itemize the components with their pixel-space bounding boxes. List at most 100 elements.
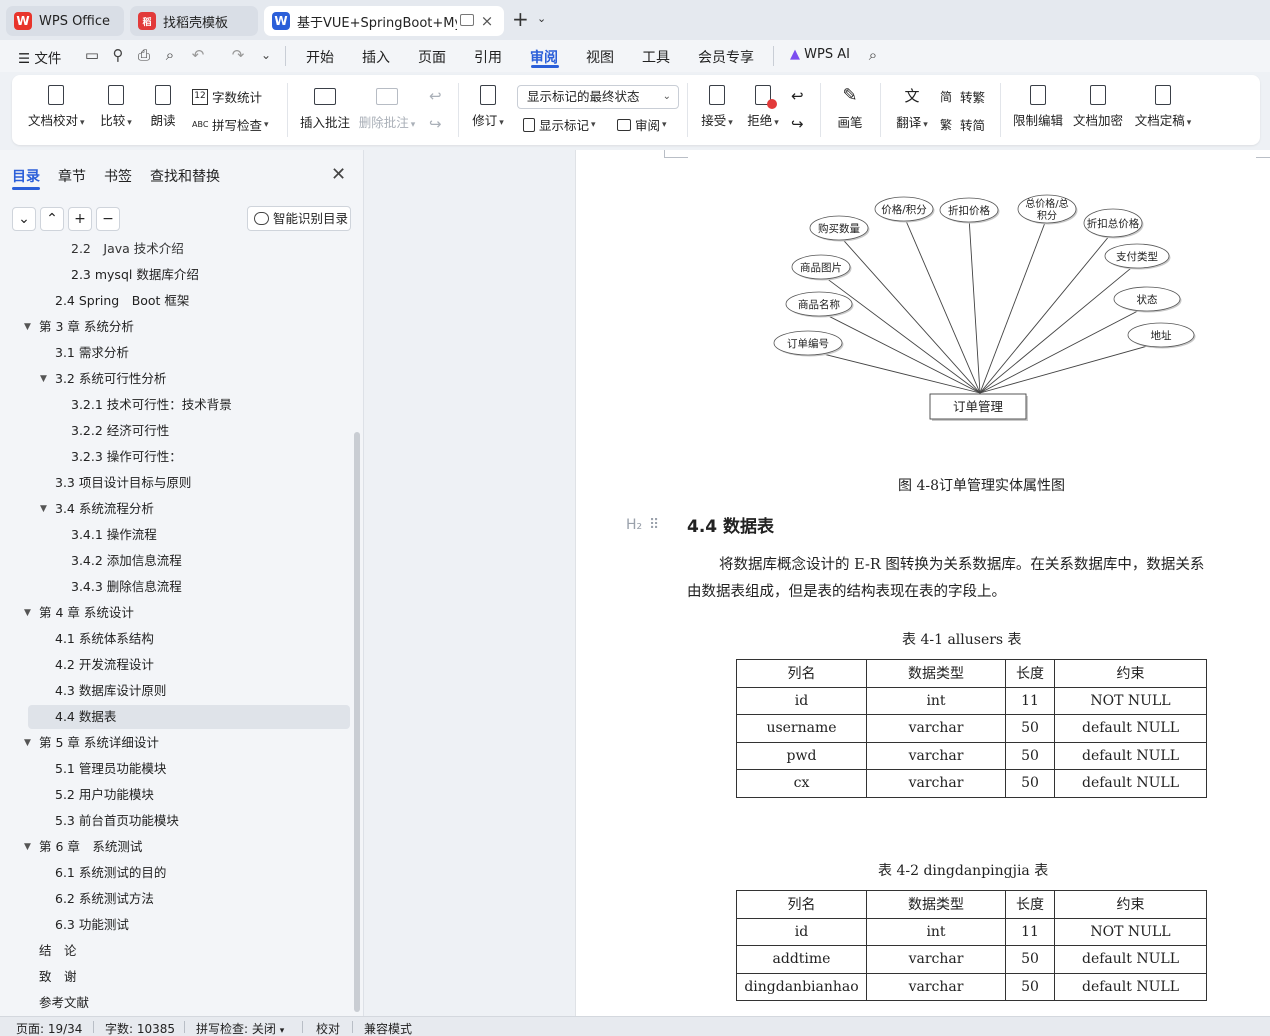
toc-item[interactable]: 6.2 系统测试方法 [55, 887, 154, 911]
to-traditional-button[interactable]: 简 转繁 [940, 87, 985, 106]
redo-icon[interactable]: ↷ [230, 47, 246, 64]
expand-arrow-icon[interactable]: ▼ [40, 367, 47, 391]
toc-item[interactable]: ▼ 第 6 章 系统测试 [24, 835, 142, 859]
menu-tools[interactable]: 工具 [642, 47, 670, 67]
spell-check-button[interactable]: ABC 拼写检查 ▾ [192, 115, 269, 134]
toc-item[interactable]: 4.3 数据库设计原则 [55, 679, 166, 703]
table-cell[interactable]: NOT NULL [1054, 917, 1207, 946]
collapse-up-button[interactable]: ⌃ [40, 207, 64, 231]
tab-sections[interactable]: 章节 [58, 166, 86, 186]
toc-item[interactable]: 5.1 管理员功能模块 [55, 757, 166, 781]
table-cell[interactable]: varchar [866, 945, 1006, 974]
spell-check-status[interactable]: 拼写检查: 关闭 ▾ [196, 1020, 284, 1036]
table-cell[interactable]: default NULL [1054, 741, 1207, 770]
table-cell[interactable]: 列名 [736, 659, 867, 688]
toc-item[interactable]: 3.2.2 经济可行性 [71, 419, 169, 443]
menu-review[interactable]: 审阅 [530, 47, 558, 67]
tab-bookmarks[interactable]: 书签 [104, 166, 132, 186]
reviewing-pane-button[interactable]: 审阅 ▾ [617, 115, 667, 134]
toc-item[interactable]: ▼ 第 4 章 系统设计 [24, 601, 134, 625]
pen-button[interactable]: ✎ 画笔 [834, 85, 866, 131]
table-cell[interactable]: pwd [736, 741, 867, 770]
table-cell[interactable]: varchar [866, 714, 1006, 743]
table-cell[interactable]: id [736, 917, 867, 946]
table-cell[interactable]: default NULL [1054, 945, 1207, 974]
toc-item[interactable]: ▼ 3.4 系统流程分析 [40, 497, 154, 521]
word-count-button[interactable]: 12 字数统计 [192, 87, 262, 106]
toc-item[interactable]: 3.2.1 技术可行性：技术背景 [71, 393, 232, 417]
toc-item[interactable]: 结 论 [39, 939, 77, 963]
toc-item[interactable]: 4.1 系统体系结构 [55, 627, 154, 651]
table-cell[interactable]: 50 [1005, 769, 1055, 798]
tab-toc[interactable]: 目录 [12, 166, 40, 186]
table-cell[interactable]: 50 [1005, 741, 1055, 770]
add-heading-button[interactable]: + [68, 207, 92, 231]
customize-quick-access-icon[interactable]: ⌄ [258, 47, 274, 64]
print-icon[interactable]: ⎙ [136, 47, 152, 64]
compare-button[interactable]: 比较 ▾ [96, 85, 136, 129]
toc-item[interactable]: 5.2 用户功能模块 [55, 783, 154, 807]
table-cell[interactable]: 50 [1005, 714, 1055, 743]
toc-item[interactable]: 6.3 功能测试 [55, 913, 129, 937]
doc-check-button[interactable]: 文档校对 ▾ [28, 85, 85, 129]
menu-view[interactable]: 视图 [586, 47, 614, 67]
toc-item[interactable]: 2.2 Java 技术介绍 [71, 242, 184, 261]
table-cell[interactable]: 约束 [1054, 890, 1207, 919]
menu-references[interactable]: 引用 [474, 47, 502, 67]
show-markup-button[interactable]: 显示标记 ▾ [523, 115, 596, 134]
track-changes-button[interactable]: 修订 ▾ [470, 85, 506, 129]
table-cell[interactable]: int [866, 917, 1006, 946]
menu-member[interactable]: 会员专享 [698, 47, 754, 67]
accept-button[interactable]: 接受 ▾ [698, 85, 736, 129]
table-cell[interactable]: username [736, 714, 867, 743]
tab-docer-templates[interactable]: 稻 找稻壳模板 [130, 6, 258, 36]
toc-item[interactable]: 3.1 需求分析 [55, 341, 129, 365]
table-cell[interactable]: id [736, 686, 867, 715]
translate-button[interactable]: 文 翻译 ▾ [892, 85, 932, 131]
finalize-button[interactable]: 文档定稿 ▾ [1132, 85, 1194, 129]
toc-item[interactable]: 3.3 项目设计目标与原则 [55, 471, 191, 495]
toc-item[interactable]: 6.1 系统测试的目的 [55, 861, 166, 885]
menu-page[interactable]: 页面 [418, 47, 446, 67]
toc-item[interactable]: 4.4 数据表 [28, 705, 350, 729]
toc-item[interactable]: 2.3 mysql 数据库介绍 [71, 263, 199, 287]
search-icon[interactable]: ⌕ [865, 47, 881, 64]
smart-toc-button[interactable]: 智能识别目录 [247, 206, 351, 231]
toc-item[interactable]: 3.4.1 操作流程 [71, 523, 157, 547]
table-cell[interactable]: 数据类型 [866, 659, 1006, 688]
toc-item[interactable]: ▼ 第 3 章 系统分析 [24, 315, 134, 339]
encrypt-button[interactable]: 文档加密 [1072, 85, 1124, 129]
insert-comment-button[interactable]: 插入批注 [298, 85, 352, 131]
toc-item[interactable]: ▼ 3.2 系统可行性分析 [40, 367, 166, 391]
expand-arrow-icon[interactable]: ▼ [24, 315, 31, 339]
expand-arrow-icon[interactable]: ▼ [40, 497, 47, 521]
to-simplified-button[interactable]: 繁 转简 [940, 115, 985, 134]
read-aloud-button[interactable]: 朗读 [148, 85, 178, 129]
table-cell[interactable]: varchar [866, 972, 1006, 1001]
next-change-icon[interactable]: ↪ [791, 115, 804, 133]
previous-change-icon[interactable]: ↩ [791, 87, 804, 105]
save-icon[interactable]: ▭ [84, 47, 100, 64]
table-cell[interactable]: 11 [1005, 917, 1055, 946]
word-count-indicator[interactable]: 字数: 10385 [105, 1020, 175, 1036]
close-tab-icon[interactable]: × [478, 12, 496, 30]
file-menu[interactable]: ☰ 文件 [18, 47, 61, 67]
print-preview-icon[interactable]: ⌕ [162, 47, 178, 64]
wps-ai-button[interactable]: ▲ WPS AI [790, 47, 850, 62]
panel-scrollbar[interactable] [354, 432, 360, 1012]
toc-item[interactable]: 3.4.2 添加信息流程 [71, 549, 182, 573]
table-cell[interactable]: default NULL [1054, 714, 1207, 743]
table-cell[interactable]: addtime [736, 945, 867, 974]
table-cell[interactable]: 长度 [1005, 659, 1055, 688]
undo-icon[interactable]: ↶ [190, 47, 206, 64]
toc-item[interactable]: 4.2 开发流程设计 [55, 653, 154, 677]
toc-item[interactable]: 2.4 Spring Boot 框架 [55, 289, 189, 313]
table-cell[interactable]: cx [736, 769, 867, 798]
tab-current-document[interactable]: W 基于VUE+SpringBoot+MySQ × [264, 6, 504, 36]
expand-arrow-icon[interactable]: ▼ [24, 731, 31, 755]
toc-item[interactable]: 致 谢 [39, 965, 77, 989]
restrict-edit-button[interactable]: 限制编辑 [1012, 85, 1064, 129]
new-tab-icon[interactable]: + [512, 9, 529, 29]
table-cell[interactable]: dingdanbianhao [736, 972, 867, 1001]
expand-arrow-icon[interactable]: ▼ [24, 835, 31, 859]
